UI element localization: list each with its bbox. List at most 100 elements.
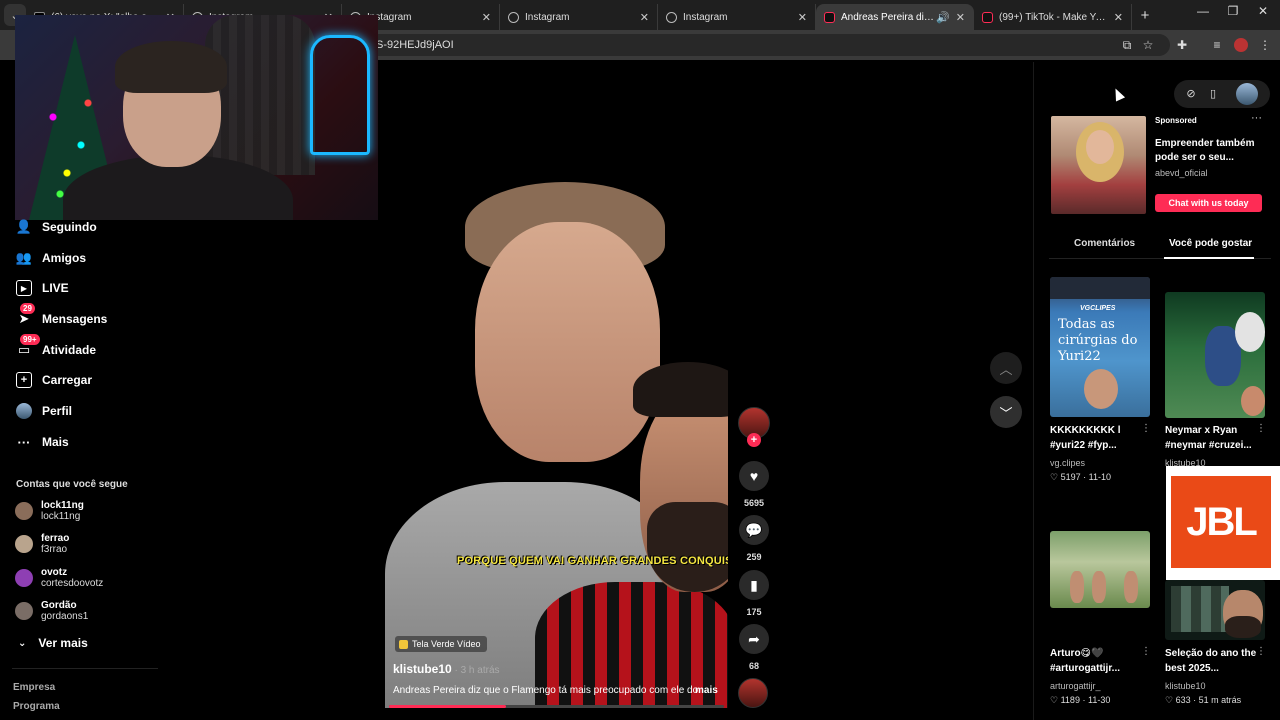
ad-username[interactable]: abevd_oficial bbox=[1155, 168, 1208, 178]
comment-button[interactable]: 💬 bbox=[739, 515, 769, 545]
tab-title: Instagram bbox=[683, 11, 728, 23]
close-icon[interactable]: ✕ bbox=[640, 11, 649, 24]
footer-link-program[interactable]: Programa bbox=[13, 701, 60, 712]
followed-account[interactable]: ovotz cortesdoovotz bbox=[15, 567, 103, 589]
recommended-video-author[interactable]: arturogattijr_ bbox=[1050, 681, 1101, 691]
friends-icon: 👥 bbox=[15, 250, 33, 265]
tab-title: Andreas Pereira diz que o F bbox=[841, 11, 934, 23]
nav-activity[interactable]: ▭ 99+ Atividade bbox=[16, 334, 97, 362]
nav-label: LIVE bbox=[42, 281, 69, 295]
browser-tab[interactable]: (99+) TikTok - Make Your Day ✕ bbox=[974, 4, 1132, 30]
video-player[interactable]: PORQUE QUEM VAI GANHAR GRANDES CONQUISTA… bbox=[385, 62, 728, 708]
followed-account[interactable]: Gordão gordaons1 bbox=[15, 600, 88, 622]
card-more-icon[interactable]: ⋮ bbox=[1141, 646, 1151, 657]
nav-upload[interactable]: + Carregar bbox=[16, 368, 92, 392]
close-icon[interactable]: ✕ bbox=[1114, 11, 1123, 24]
streamer-webcam bbox=[15, 15, 378, 220]
sponsored-label: Sponsored bbox=[1155, 116, 1197, 125]
card-more-icon[interactable]: ⋮ bbox=[1141, 423, 1151, 434]
video-effect-tag[interactable]: Tela Verde Vídeo bbox=[395, 636, 487, 652]
like-count: 5197 bbox=[1060, 472, 1081, 482]
ad-title[interactable]: Empreender também pode ser o seu... bbox=[1155, 137, 1270, 165]
device-icon[interactable]: ▯ bbox=[1206, 87, 1220, 101]
speaker-icon[interactable]: 🔊 bbox=[936, 11, 950, 24]
share-button[interactable]: ➦ bbox=[739, 624, 769, 654]
video-author[interactable]: klistube10 · 3 h atrás bbox=[393, 662, 500, 676]
followed-account[interactable]: ferrao f3rrao bbox=[15, 533, 69, 555]
heart-icon: ♥ bbox=[749, 468, 759, 484]
followed-account[interactable]: lock11ng lock11ng bbox=[15, 500, 84, 522]
extensions-icon[interactable]: ✚ bbox=[1175, 38, 1189, 52]
separator: · bbox=[1082, 695, 1086, 705]
recommended-video-thumbnail[interactable] bbox=[1050, 531, 1150, 608]
close-window-icon[interactable]: ✕ bbox=[1248, 4, 1278, 18]
next-video-button[interactable]: ﹀ bbox=[990, 396, 1022, 428]
browser-tab-active[interactable]: Andreas Pereira diz que o F 🔊 ✕ bbox=[816, 4, 974, 30]
close-icon[interactable]: ✕ bbox=[482, 11, 491, 24]
account-username: f3rrao bbox=[41, 544, 68, 555]
media-control-icon[interactable]: ≡ bbox=[1210, 38, 1224, 52]
card-more-icon[interactable]: ⋮ bbox=[1256, 423, 1266, 434]
tab-comments[interactable]: Comentários bbox=[1074, 238, 1135, 249]
messages-badge: 29 bbox=[20, 303, 35, 314]
ad-thumbnail[interactable] bbox=[1051, 116, 1146, 214]
url-field[interactable]: S-92HEJd9jAOI bbox=[320, 34, 1170, 56]
recommended-video-thumbnail[interactable] bbox=[1165, 292, 1265, 418]
browser-tab[interactable]: Instagram ✕ bbox=[500, 4, 658, 30]
jbl-logo-overlay: JBL bbox=[1166, 466, 1280, 580]
save-button[interactable]: ▮ bbox=[739, 570, 769, 600]
new-tab-button[interactable]: + bbox=[1132, 7, 1158, 24]
avatar bbox=[15, 569, 33, 587]
user-avatar[interactable] bbox=[1236, 83, 1258, 105]
ad-more-icon[interactable]: ··· bbox=[1251, 112, 1262, 124]
browser-tab[interactable]: Instagram ✕ bbox=[658, 4, 816, 30]
card-more-icon[interactable]: ⋮ bbox=[1256, 646, 1266, 657]
nav-friends[interactable]: 👥 Amigos bbox=[16, 246, 86, 270]
recommended-video-author[interactable]: klistube10 bbox=[1165, 681, 1206, 691]
maximize-icon[interactable]: ❐ bbox=[1218, 4, 1248, 18]
compass-icon[interactable]: ⊘ bbox=[1184, 87, 1198, 101]
previous-video-button[interactable]: ︿ bbox=[990, 352, 1022, 384]
star-icon[interactable]: ☆ bbox=[1141, 38, 1155, 52]
nav-live[interactable]: ▶ LIVE bbox=[16, 276, 69, 300]
music-disc-avatar[interactable] bbox=[738, 678, 768, 708]
thumb-header-strip bbox=[1050, 277, 1150, 299]
install-app-icon[interactable]: ⧉ bbox=[1120, 38, 1134, 52]
browser-profile-icon[interactable] bbox=[1234, 38, 1248, 52]
footer-link-company[interactable]: Empresa bbox=[13, 682, 55, 693]
video-progress-bar[interactable] bbox=[389, 705, 724, 708]
thumb-text: Todas as cirúrgias do Yuri22 bbox=[1058, 317, 1138, 364]
nav-more[interactable]: ··· Mais bbox=[16, 430, 69, 454]
nav-following[interactable]: 👤 Seguindo bbox=[16, 215, 97, 239]
recommended-video-title[interactable]: KKKKKKKKK l #yuri22 #fyp... bbox=[1050, 423, 1142, 453]
recommended-video-thumbnail[interactable] bbox=[1165, 580, 1265, 640]
menu-kebab-icon[interactable]: ⋮ bbox=[1258, 38, 1272, 52]
following-icon: 👤 bbox=[15, 219, 33, 234]
nav-divider bbox=[12, 668, 158, 669]
see-more-button[interactable]: ⌄ Ver mais bbox=[18, 636, 88, 650]
recommended-video-author[interactable]: vg.clipes bbox=[1050, 458, 1085, 468]
bookmark-icon: ▮ bbox=[750, 576, 758, 593]
nav-messages[interactable]: ➤ 29 Mensagens bbox=[16, 303, 107, 331]
ad-cta-button[interactable]: Chat with us today bbox=[1155, 194, 1262, 212]
close-icon[interactable]: ✕ bbox=[956, 11, 965, 24]
heart-outline-icon: ♡ bbox=[1050, 472, 1059, 482]
save-count: 175 bbox=[746, 607, 762, 617]
like-count: 633 bbox=[1175, 695, 1191, 705]
tab-recommended[interactable]: Você pode gostar bbox=[1169, 238, 1252, 249]
recommended-video-title[interactable]: Neymar x Ryan #neymar #cruzei... bbox=[1165, 423, 1257, 453]
like-button[interactable]: ♥ bbox=[739, 461, 769, 491]
recommended-video-title[interactable]: Seleção do ano the best 2025... bbox=[1165, 646, 1257, 676]
follow-plus-icon[interactable]: + bbox=[747, 433, 761, 447]
account-name: ferrao bbox=[41, 533, 70, 544]
nav-profile[interactable]: Perfil bbox=[16, 399, 72, 423]
description-more-link[interactable]: mais bbox=[695, 685, 718, 696]
minimize-icon[interactable]: — bbox=[1188, 4, 1218, 18]
recommended-video-thumbnail[interactable]: VGCLIPES Todas as cirúrgias do Yuri22 bbox=[1050, 277, 1150, 417]
thumb-person bbox=[1124, 571, 1138, 603]
nav-label: Atividade bbox=[42, 343, 97, 357]
tiktok-icon bbox=[824, 11, 835, 23]
recommended-video-title[interactable]: Arturo😋🖤 #arturogattijr... bbox=[1050, 646, 1142, 676]
close-icon[interactable]: ✕ bbox=[798, 11, 807, 24]
tab-title: Instagram bbox=[367, 11, 412, 23]
